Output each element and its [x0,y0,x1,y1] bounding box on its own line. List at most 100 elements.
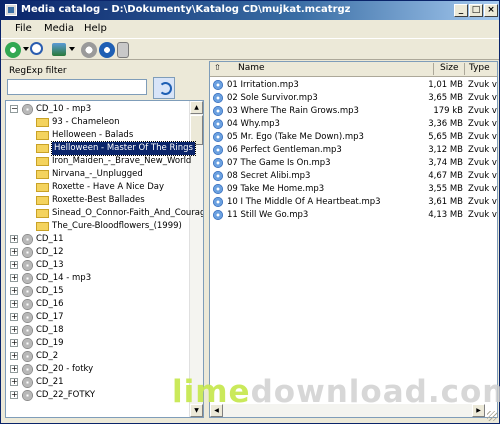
file-type: Zvuk v... [468,106,497,116]
tree-item-cd[interactable]: − CD_10 - mp3 [6,103,190,116]
expand-icon[interactable]: + [10,326,18,334]
up-arrow-icon[interactable]: ⇧ [214,63,221,72]
audio-file-icon [213,119,223,129]
col-size-header[interactable]: Size [440,63,458,73]
file-size: 3,55 MB [428,184,463,194]
file-name: 09 Take Me Home.mp3 [227,184,325,194]
filter-input[interactable] [7,79,147,95]
file-name: 04 Why.mp3 [227,119,280,129]
list-header: ⇧ Name Size Type [210,62,497,77]
col-name-header[interactable]: Name [238,63,265,73]
tree-item-cd[interactable]: + CD_18 [6,324,190,337]
expand-icon[interactable]: + [10,339,18,347]
tree-item-cd[interactable]: + CD_2 [6,350,190,363]
tree-item-cd[interactable]: + CD_20 - fotky [6,363,190,376]
disk-icon[interactable] [117,42,129,58]
expand-icon[interactable]: + [10,300,18,308]
expand-icon[interactable]: + [10,261,18,269]
minimize-button[interactable]: _ [454,4,468,17]
tree-item-cd[interactable]: + CD_16 [6,298,190,311]
image-dropdown-caret-icon[interactable] [69,47,75,51]
audio-file-icon [213,106,223,116]
menu-file[interactable]: File [15,23,32,34]
tree-item-cd[interactable]: + CD_22_FOTKY [6,389,190,402]
maximize-button[interactable]: □ [469,4,483,17]
scroll-thumb[interactable] [190,115,203,145]
add-icon[interactable] [5,42,21,58]
tree-item-folder[interactable]: Nirvana_-_Unplugged [6,168,190,181]
file-row[interactable]: 11 Still We Go.mp3 4,13 MB Zvuk v... [210,209,497,222]
file-row[interactable]: 08 Secret Alibi.mp3 4,67 MB Zvuk v... [210,170,497,183]
file-size: 3,74 MB [428,158,463,168]
folder-icon [36,118,49,127]
tree-item-cd[interactable]: + CD_11 [6,233,190,246]
file-row[interactable]: 05 Mr. Ego (Take Me Down).mp3 5,65 MB Zvuk… [210,131,497,144]
tree-item-folder[interactable]: The_Cure-Bloodflowers_(1999) [6,220,190,233]
file-type: Zvuk v... [468,80,497,90]
expand-icon[interactable]: + [10,365,18,373]
add-dropdown-caret-icon[interactable] [23,47,29,51]
col-type-header[interactable]: Type [469,63,490,73]
tree-item-folder[interactable]: 93 - Chameleon [6,116,190,129]
file-size: 4,67 MB [428,171,463,181]
expand-icon[interactable]: + [10,352,18,360]
menu-help[interactable]: Help [84,23,107,34]
cd-icon [22,390,33,401]
file-name: 06 Perfect Gentleman.mp3 [227,145,342,155]
tree-item-cd[interactable]: + CD_12 [6,246,190,259]
file-name: 08 Secret Alibi.mp3 [227,171,311,181]
file-row[interactable]: 04 Why.mp3 3,36 MB Zvuk v... [210,118,497,131]
header-divider [464,63,465,75]
menu-media[interactable]: Media [44,23,74,34]
expand-icon[interactable]: + [10,274,18,282]
search-icon[interactable] [30,42,43,55]
resize-grip[interactable] [487,411,497,421]
collapse-icon[interactable]: − [10,105,18,113]
file-type: Zvuk v... [468,132,497,142]
tree-item-cd[interactable]: + CD_21 [6,376,190,389]
filter-label: RegExp filter [9,66,67,76]
file-row[interactable]: 02 Sole Survivor.mp3 3,65 MB Zvuk v... [210,92,497,105]
image-icon[interactable] [52,43,66,56]
file-type: Zvuk v... [468,145,497,155]
file-row[interactable]: 10 I The Middle Of A Heartbeat.mp3 3,61 M… [210,196,497,209]
file-row[interactable]: 09 Take Me Home.mp3 3,55 MB Zvuk v... [210,183,497,196]
file-row[interactable]: 07 The Game Is On.mp3 3,74 MB Zvuk v... [210,157,497,170]
cd-icon [22,260,33,271]
close-button[interactable]: × [484,4,498,17]
toolbar [1,38,499,60]
tree-item-folder[interactable]: Helloween - Balads [6,129,190,142]
tree-item-folder[interactable]: Roxette - Have A Nice Day [6,181,190,194]
file-name: 03 Where The Rain Grows.mp3 [227,106,359,116]
tree-item-cd[interactable]: + CD_19 [6,337,190,350]
tree-item-cd[interactable]: + CD_13 [6,259,190,272]
title-bar[interactable]: Media catalog - D:\Dokumenty\Katalog CD\… [1,1,499,20]
tree-item-cd[interactable]: + CD_15 [6,285,190,298]
file-row[interactable]: 01 Irritation.mp3 1,01 MB Zvuk v... [210,79,497,92]
expand-icon[interactable]: + [10,391,18,399]
expand-icon[interactable]: + [10,313,18,321]
tree-item-cd[interactable]: + CD_14 - mp3 [6,272,190,285]
refresh-filter-button[interactable] [153,77,175,99]
tree-item-folder[interactable]: Helloween - Master Of The Rings [6,141,196,156]
expand-icon[interactable]: + [10,378,18,386]
catalog-tree[interactable]: ▲ ▼ − CD_10 - mp3 93 - Chameleon Helloween … [5,100,204,418]
scroll-up-icon[interactable]: ▲ [190,101,203,114]
right-panel: ⇧ Name Size Type ◀ ▶ 01 Irritation.mp3 1,… [209,60,499,423]
expand-icon[interactable]: + [10,235,18,243]
gear-icon[interactable] [81,42,97,58]
app-icon[interactable] [5,4,17,16]
file-size: 3,61 MB [428,197,463,207]
info-icon[interactable] [99,42,115,58]
tree-item-folder[interactable]: Sinead_O_Connor-Faith_And_Courage [6,207,203,220]
file-list[interactable]: ⇧ Name Size Type ◀ ▶ 01 Irritation.mp3 1,… [209,61,498,418]
tree-item-folder[interactable]: Roxette-Best Ballades [6,194,190,207]
folder-icon [36,196,49,205]
tree-item-folder[interactable]: Iron_Maiden_-_Brave_New_World [6,155,191,168]
file-row[interactable]: 03 Where The Rain Grows.mp3 179 kB Zvuk v.… [210,105,497,118]
expand-icon[interactable]: + [10,287,18,295]
expand-icon[interactable]: + [10,248,18,256]
file-row[interactable]: 06 Perfect Gentleman.mp3 3,12 MB Zvuk v... [210,144,497,157]
tree-item-cd[interactable]: + CD_17 [6,311,190,324]
file-type: Zvuk v... [468,197,497,207]
